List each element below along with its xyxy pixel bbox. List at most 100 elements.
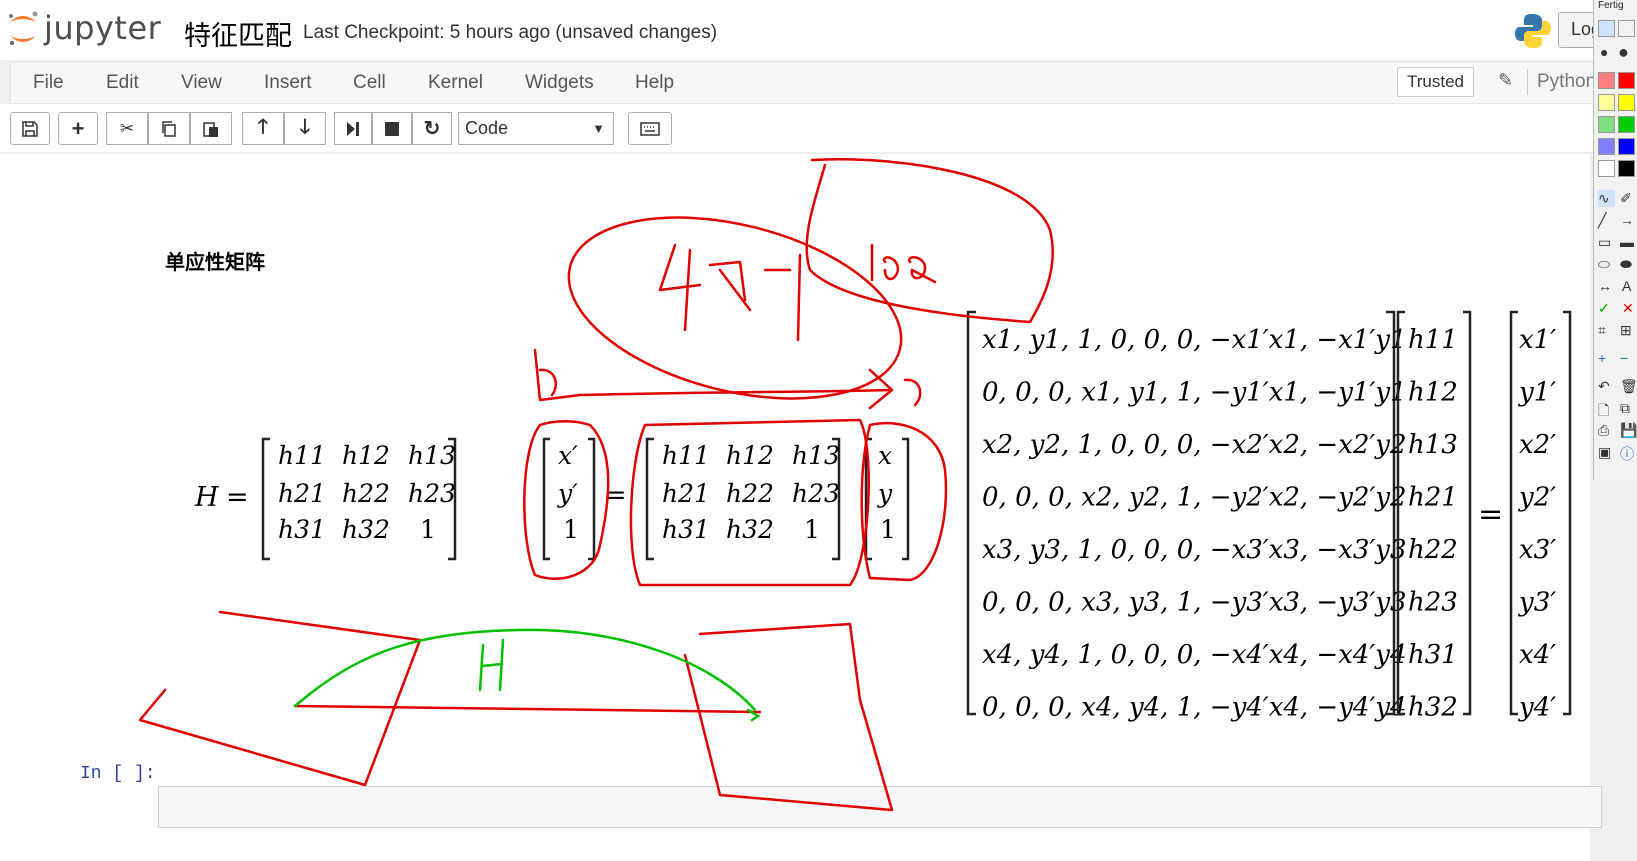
rhs-vector-cell: x4′	[1519, 640, 1556, 670]
h-equals: =	[226, 482, 249, 513]
system-matrix-row: x1, y1, 1, 0, 0, 0, −x1′x1, −x1′y1	[982, 325, 1407, 355]
freehand-icon[interactable]: ∿	[1598, 190, 1615, 207]
dot-icon[interactable]: ●	[1600, 44, 1608, 60]
proj-matrix-cell: h22	[726, 479, 774, 508]
h-vector-cell: h31	[1408, 640, 1458, 670]
h-label: H	[194, 482, 219, 513]
info-icon[interactable]: ⓘ	[1620, 444, 1634, 464]
highlighter-icon[interactable]: ✐	[1620, 190, 1632, 207]
zoom-out-icon[interactable]: −	[1620, 350, 1628, 366]
color-light-red[interactable]	[1598, 72, 1615, 89]
proj-matrix-cell: h31	[662, 515, 710, 544]
color-yellow[interactable]	[1618, 94, 1635, 111]
color-white[interactable]	[1598, 160, 1615, 177]
menu-help[interactable]: Help	[635, 72, 674, 94]
move-down-button[interactable]: 🡓	[284, 112, 326, 145]
menu-file[interactable]: File	[33, 72, 64, 94]
ellipse-icon[interactable]: ⬭	[1598, 256, 1610, 273]
command-palette-button[interactable]	[628, 112, 672, 145]
run-button[interactable]	[334, 112, 372, 145]
menu-insert[interactable]: Insert	[264, 72, 312, 94]
h-vector-cell: h12	[1408, 378, 1458, 408]
code-input[interactable]	[158, 786, 1602, 828]
paste-button[interactable]	[190, 112, 232, 145]
paste-icon	[203, 121, 218, 137]
save-button[interactable]	[10, 112, 50, 145]
cell-type-select[interactable]: Code ▼	[458, 112, 614, 145]
jupyter-logo[interactable]: jupyter	[6, 8, 161, 48]
menu-edit[interactable]: Edit	[106, 72, 139, 94]
crop-icon[interactable]: ⌗	[1598, 322, 1606, 339]
h-vector-cells: h11 h12 h13 h21 h22 h23 h31 h32	[1408, 325, 1458, 723]
keyboard-icon	[640, 121, 660, 136]
proj-matrix-cell: h11	[662, 441, 710, 470]
copy-button[interactable]	[148, 112, 190, 145]
arrow-line-icon[interactable]: →	[1620, 212, 1634, 228]
h-vector-cell: h32	[1408, 693, 1458, 723]
h-vector-cell: h22	[1408, 535, 1458, 565]
color-blue[interactable]	[1618, 138, 1635, 155]
zoom-icon[interactable]: ⊞	[1620, 322, 1632, 339]
menu-widgets[interactable]: Widgets	[525, 72, 594, 94]
h-vector-cell: h11	[1408, 325, 1458, 355]
trash-icon[interactable]: 🗑	[1620, 378, 1637, 395]
color-green[interactable]	[1618, 116, 1635, 133]
menu-kernel[interactable]: Kernel	[428, 72, 483, 94]
insert-cell-button[interactable]: +	[58, 112, 98, 145]
pen-size-medium[interactable]	[1618, 20, 1635, 37]
cut-icon: ✂	[119, 118, 135, 138]
plus-icon: +	[71, 115, 85, 141]
dot-large-icon[interactable]: ●	[1618, 42, 1629, 63]
pencil-icon[interactable]: ✎	[1498, 70, 1513, 91]
notebook-container: 单应性矩阵 H = h11 h12 h13 h21 h22 h23 h31 h3…	[0, 154, 1602, 861]
notebook-title[interactable]: 特征匹配	[184, 14, 292, 53]
color-red[interactable]	[1618, 72, 1635, 89]
restart-button[interactable]: ↻	[412, 112, 452, 145]
kernel-indicator[interactable]: Python	[1537, 71, 1596, 93]
trusted-indicator[interactable]: Trusted	[1397, 67, 1475, 97]
color-light-blue[interactable]	[1598, 138, 1615, 155]
new-page-icon[interactable]: 🗋	[1598, 400, 1609, 424]
interrupt-button[interactable]	[372, 112, 412, 145]
copy-page-icon[interactable]: ⧉	[1620, 400, 1630, 417]
filled-rectangle-icon[interactable]: ▬	[1620, 234, 1634, 250]
color-light-green[interactable]	[1598, 116, 1615, 133]
h-matrix-cell: h13	[408, 441, 456, 470]
print-icon[interactable]: ⎙	[1598, 422, 1609, 439]
copy-icon	[162, 120, 176, 137]
line-icon[interactable]: ╱	[1598, 212, 1606, 229]
src-vector-cell: y	[877, 479, 893, 508]
cross-icon[interactable]: ✕	[1622, 300, 1634, 317]
rectangle-icon[interactable]: ▭	[1598, 234, 1611, 251]
double-arrow-icon[interactable]: ↔	[1598, 278, 1612, 294]
move-up-button[interactable]: 🡑	[242, 112, 284, 145]
rhs-vector-cell: y2′	[1518, 483, 1556, 513]
proj-matrix-cell: h21	[662, 479, 710, 508]
proj-matrix-left-bracket	[645, 437, 654, 561]
menu-cell[interactable]: Cell	[353, 72, 386, 94]
dst-vector-cell: x′	[558, 441, 578, 470]
pen-size-small[interactable]	[1598, 20, 1615, 37]
zoom-in-icon[interactable]: +	[1598, 350, 1606, 366]
screen-icon[interactable]: ▣	[1598, 444, 1611, 461]
h-vector-cell: h21	[1408, 483, 1458, 513]
proj-matrix-cell: h23	[792, 479, 840, 508]
undo-icon[interactable]: ↶	[1598, 378, 1610, 395]
python-logo-icon	[1514, 12, 1552, 55]
check-icon[interactable]: ✓	[1598, 300, 1610, 317]
dst-vector-right-bracket	[588, 437, 596, 561]
proj-matrix-cell: h12	[726, 441, 774, 470]
color-light-yellow[interactable]	[1598, 94, 1615, 111]
filled-ellipse-icon[interactable]: ⬬	[1620, 256, 1632, 273]
save-drawing-icon[interactable]: 💾	[1620, 422, 1637, 439]
color-black[interactable]	[1618, 160, 1635, 177]
restart-icon: ↻	[423, 118, 441, 140]
system-matrix-row: x3, y3, 1, 0, 0, 0, −x3′x3, −x3′y3	[982, 535, 1407, 565]
rhs-vector-cells: x1′ y1′ x2′ y2′ x3′ y3′ x4′ y4′	[1518, 325, 1556, 723]
kernel-divider	[1527, 69, 1528, 95]
rhs-vector-left-bracket	[1509, 310, 1518, 716]
h-vector-cell: h23	[1408, 588, 1458, 618]
menu-view[interactable]: View	[181, 72, 222, 94]
cut-button[interactable]: ✂	[106, 112, 148, 145]
text-tool-icon[interactable]: A	[1622, 278, 1631, 294]
